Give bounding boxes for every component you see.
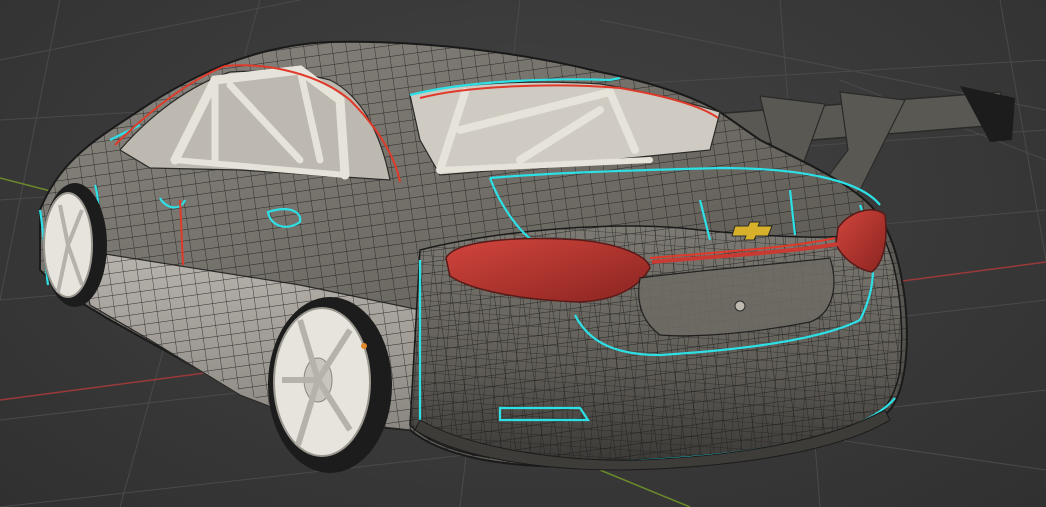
rear-wheel[interactable] xyxy=(268,297,392,473)
front-wheel[interactable] xyxy=(43,183,107,307)
y-axis-line-2 xyxy=(599,469,691,507)
camera-dot xyxy=(734,300,746,312)
viewport-canvas[interactable] xyxy=(0,0,1046,507)
3d-viewport[interactable] xyxy=(0,0,1046,507)
